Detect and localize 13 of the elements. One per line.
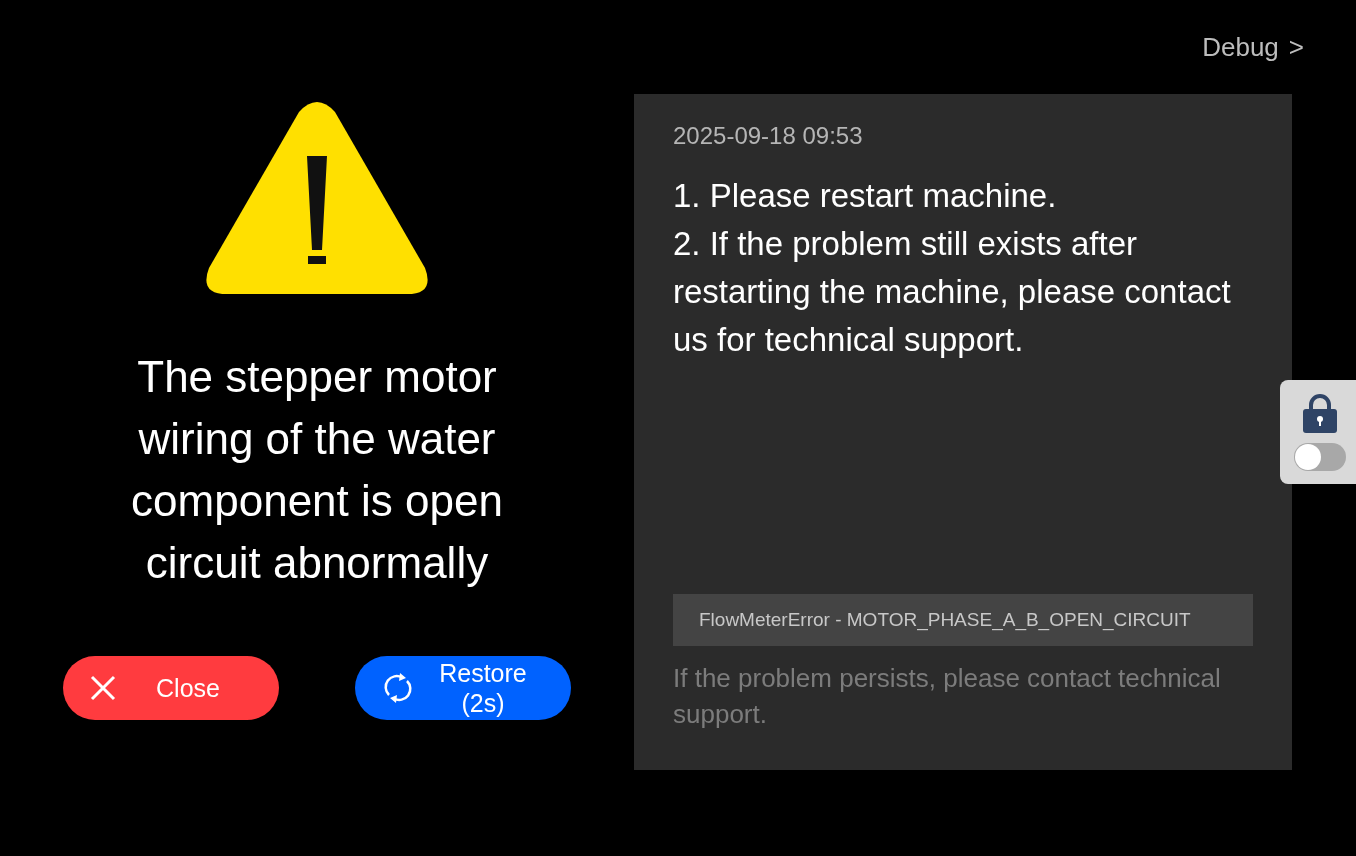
restore-button[interactable]: Restore (2s)	[355, 656, 571, 720]
instruction-step: 1. Please restart machine.	[673, 172, 1253, 220]
lock-icon	[1302, 393, 1338, 433]
warning-icon	[203, 100, 431, 296]
lock-toggle[interactable]	[1294, 443, 1346, 471]
error-code: FlowMeterError - MOTOR_PHASE_A_B_OPEN_CIRCUIT	[673, 594, 1253, 646]
instruction-step: 2. If the problem still exists after restarting the machine, please contact us for technical support.	[673, 220, 1253, 364]
error-message: The stepper motor wiring of the water component is open circuit abnormally	[130, 351, 504, 589]
debug-link[interactable]: Debug >	[1202, 30, 1304, 64]
close-button[interactable]: Close	[63, 656, 279, 720]
close-icon	[89, 674, 117, 702]
timestamp: 2025-09-18 09:53	[673, 122, 864, 150]
hint-text: If the problem persists, please contact technical support.	[673, 662, 1222, 731]
